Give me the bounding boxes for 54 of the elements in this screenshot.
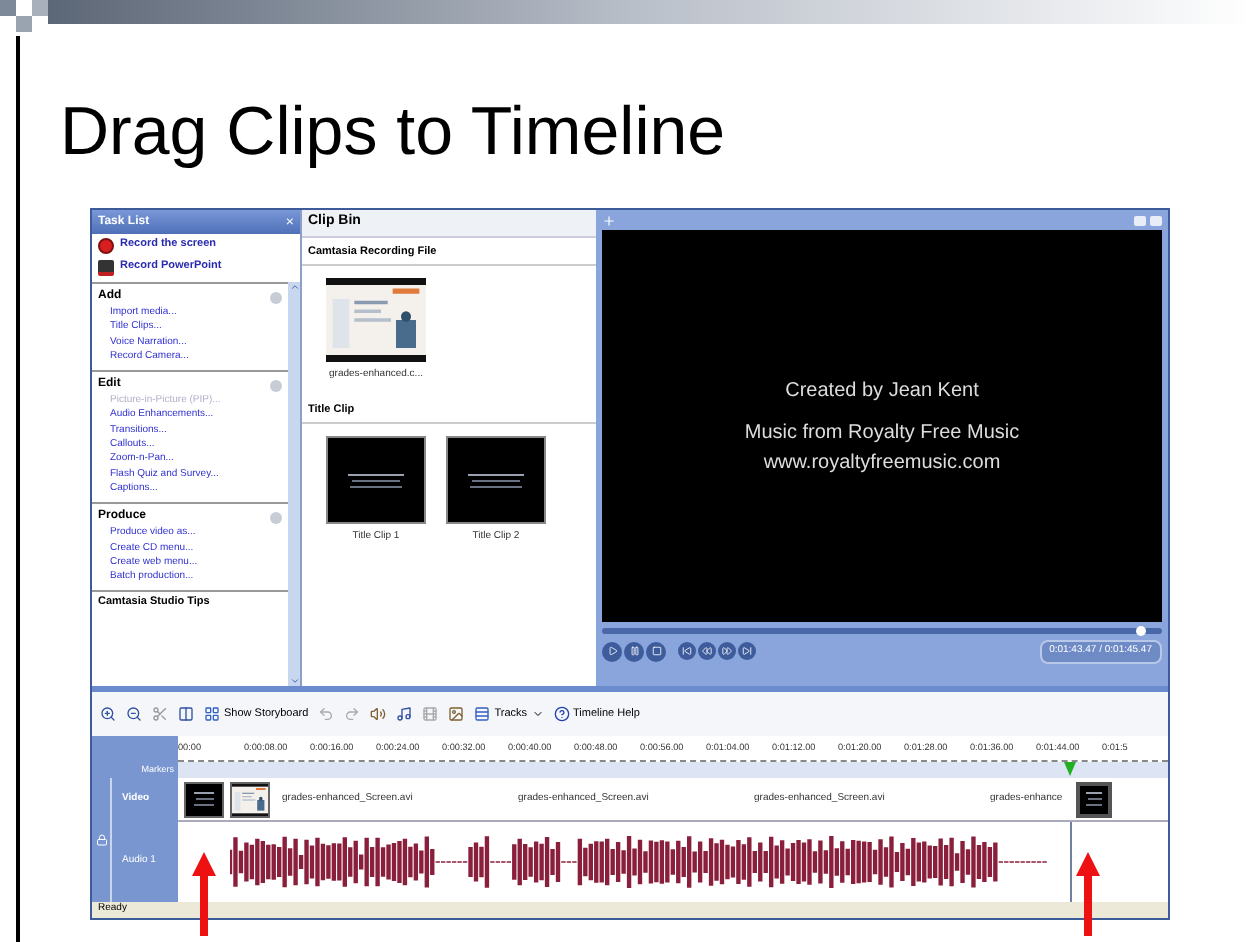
title-clip-thumbnail: [328, 438, 424, 522]
scroll-up-icon[interactable]: [289, 282, 299, 292]
navigation-button[interactable]: [738, 642, 756, 661]
zoom-out-icon[interactable]: [126, 706, 142, 722]
scroll-down-icon[interactable]: [289, 676, 299, 686]
redo-icon[interactable]: [344, 706, 361, 722]
help-icon: [553, 706, 569, 722]
slide-title: Drag Clips to Timeline: [60, 92, 728, 172]
playback-icon: [651, 646, 661, 657]
presentation-icon: [98, 259, 114, 275]
fullscreen-icon[interactable]: [1134, 215, 1146, 225]
split-icon[interactable]: [178, 706, 194, 722]
playback-button[interactable]: [646, 641, 666, 662]
title-clip: [186, 783, 222, 815]
add-icon[interactable]: [602, 213, 616, 227]
image-icon[interactable]: [448, 706, 465, 722]
skip-icon: [702, 646, 712, 657]
pointer-arrow: [192, 852, 216, 936]
tracks-icon: [474, 706, 491, 722]
skip-icon: [722, 646, 732, 657]
playback-button[interactable]: [602, 641, 622, 662]
film-icon[interactable]: [422, 706, 439, 722]
title-clip-thumbnail: [448, 438, 544, 522]
zoom-in-icon[interactable]: [100, 706, 116, 722]
playback-button[interactable]: [624, 641, 644, 662]
music-icon[interactable]: [396, 706, 413, 722]
seek-track[interactable]: [602, 628, 1162, 634]
skip-icon: [742, 646, 752, 657]
playback-icon: [607, 646, 617, 657]
navigation-button[interactable]: [698, 642, 716, 661]
caret-icon: [531, 708, 543, 720]
pointer-arrow: [1076, 852, 1100, 936]
playhead-line: [1069, 822, 1071, 902]
title-clip: [1080, 785, 1108, 813]
collapse-icon[interactable]: [270, 379, 282, 392]
seek-thumb[interactable]: [1135, 626, 1146, 636]
grid-icon: [204, 706, 220, 722]
skip-icon: [682, 646, 692, 657]
collapse-icon[interactable]: [270, 511, 282, 524]
undo-icon[interactable]: [318, 706, 335, 722]
preview-text: Created by Jean Kent: [785, 377, 979, 405]
playback-icon: [629, 646, 639, 657]
detach-icon[interactable]: [1150, 215, 1162, 225]
collapse-icon[interactable]: [270, 291, 282, 303]
record-icon: [98, 237, 114, 253]
navigation-button[interactable]: [678, 642, 696, 661]
markers-track[interactable]: [178, 762, 1168, 778]
scrollbar[interactable]: [288, 282, 300, 686]
preview-text: Music from Royalty Free Music: [744, 419, 1020, 447]
speaker-icon[interactable]: [370, 706, 387, 722]
cut-icon[interactable]: [152, 706, 168, 722]
preview-text: www.royaltyfreemusic.com: [763, 449, 1001, 477]
lock-icon[interactable]: [95, 834, 107, 846]
navigation-button[interactable]: [718, 642, 736, 661]
